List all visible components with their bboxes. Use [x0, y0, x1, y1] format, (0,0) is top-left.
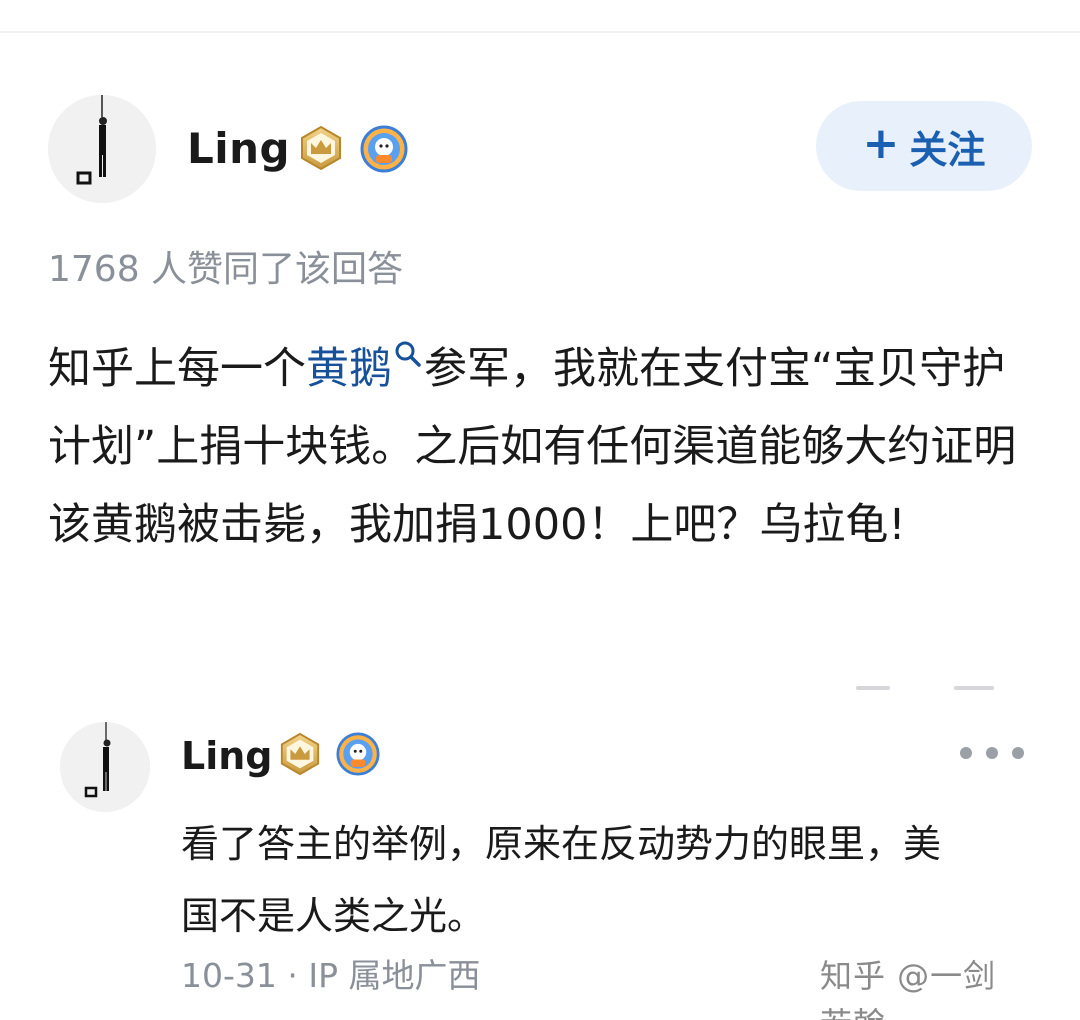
watermark-text: 知乎 @一剑若翰: [820, 957, 997, 1020]
comment-item: Ling 看了答主的举例，原来在反动势力的眼里，美国不是人类之光。 10-31 …: [60, 722, 1024, 1020]
plus-icon: +: [862, 118, 900, 169]
top-divider: [0, 31, 1080, 33]
comment-text: 看了答主的举例，原来在反动势力的眼里，美国不是人类之光。: [181, 822, 942, 938]
mascot-badge-icon[interactable]: [336, 732, 380, 776]
vote-count-text: 1768 人赞同了该回答: [48, 249, 404, 290]
comment-author-name[interactable]: Ling: [181, 730, 273, 782]
author-name[interactable]: Ling: [187, 121, 290, 177]
comment-meta: 10-31 · IP 属地广西: [181, 956, 481, 995]
faded-divider: [850, 686, 1000, 692]
follow-button[interactable]: + 关注: [816, 101, 1032, 191]
more-options-icon[interactable]: [960, 740, 1024, 766]
author-avatar[interactable]: [48, 95, 156, 203]
comment-author-avatar[interactable]: [60, 722, 150, 812]
answer-text-before: 知乎上每一个: [48, 344, 306, 394]
answer-author-row: Ling + 关注: [48, 95, 1032, 203]
crown-badge-icon[interactable]: [298, 125, 344, 171]
crown-badge-icon[interactable]: [278, 732, 322, 776]
mascot-badge-icon[interactable]: [360, 125, 408, 173]
search-icon[interactable]: [394, 340, 422, 368]
search-keyword-link[interactable]: 黄鹅: [306, 344, 392, 394]
follow-label: 关注: [909, 127, 986, 172]
answer-content: 知乎上每一个黄鹅 参军，我就在支付宝“宝贝守护计划”上捐十块钱。之后如有任何渠道能…: [48, 330, 1038, 564]
